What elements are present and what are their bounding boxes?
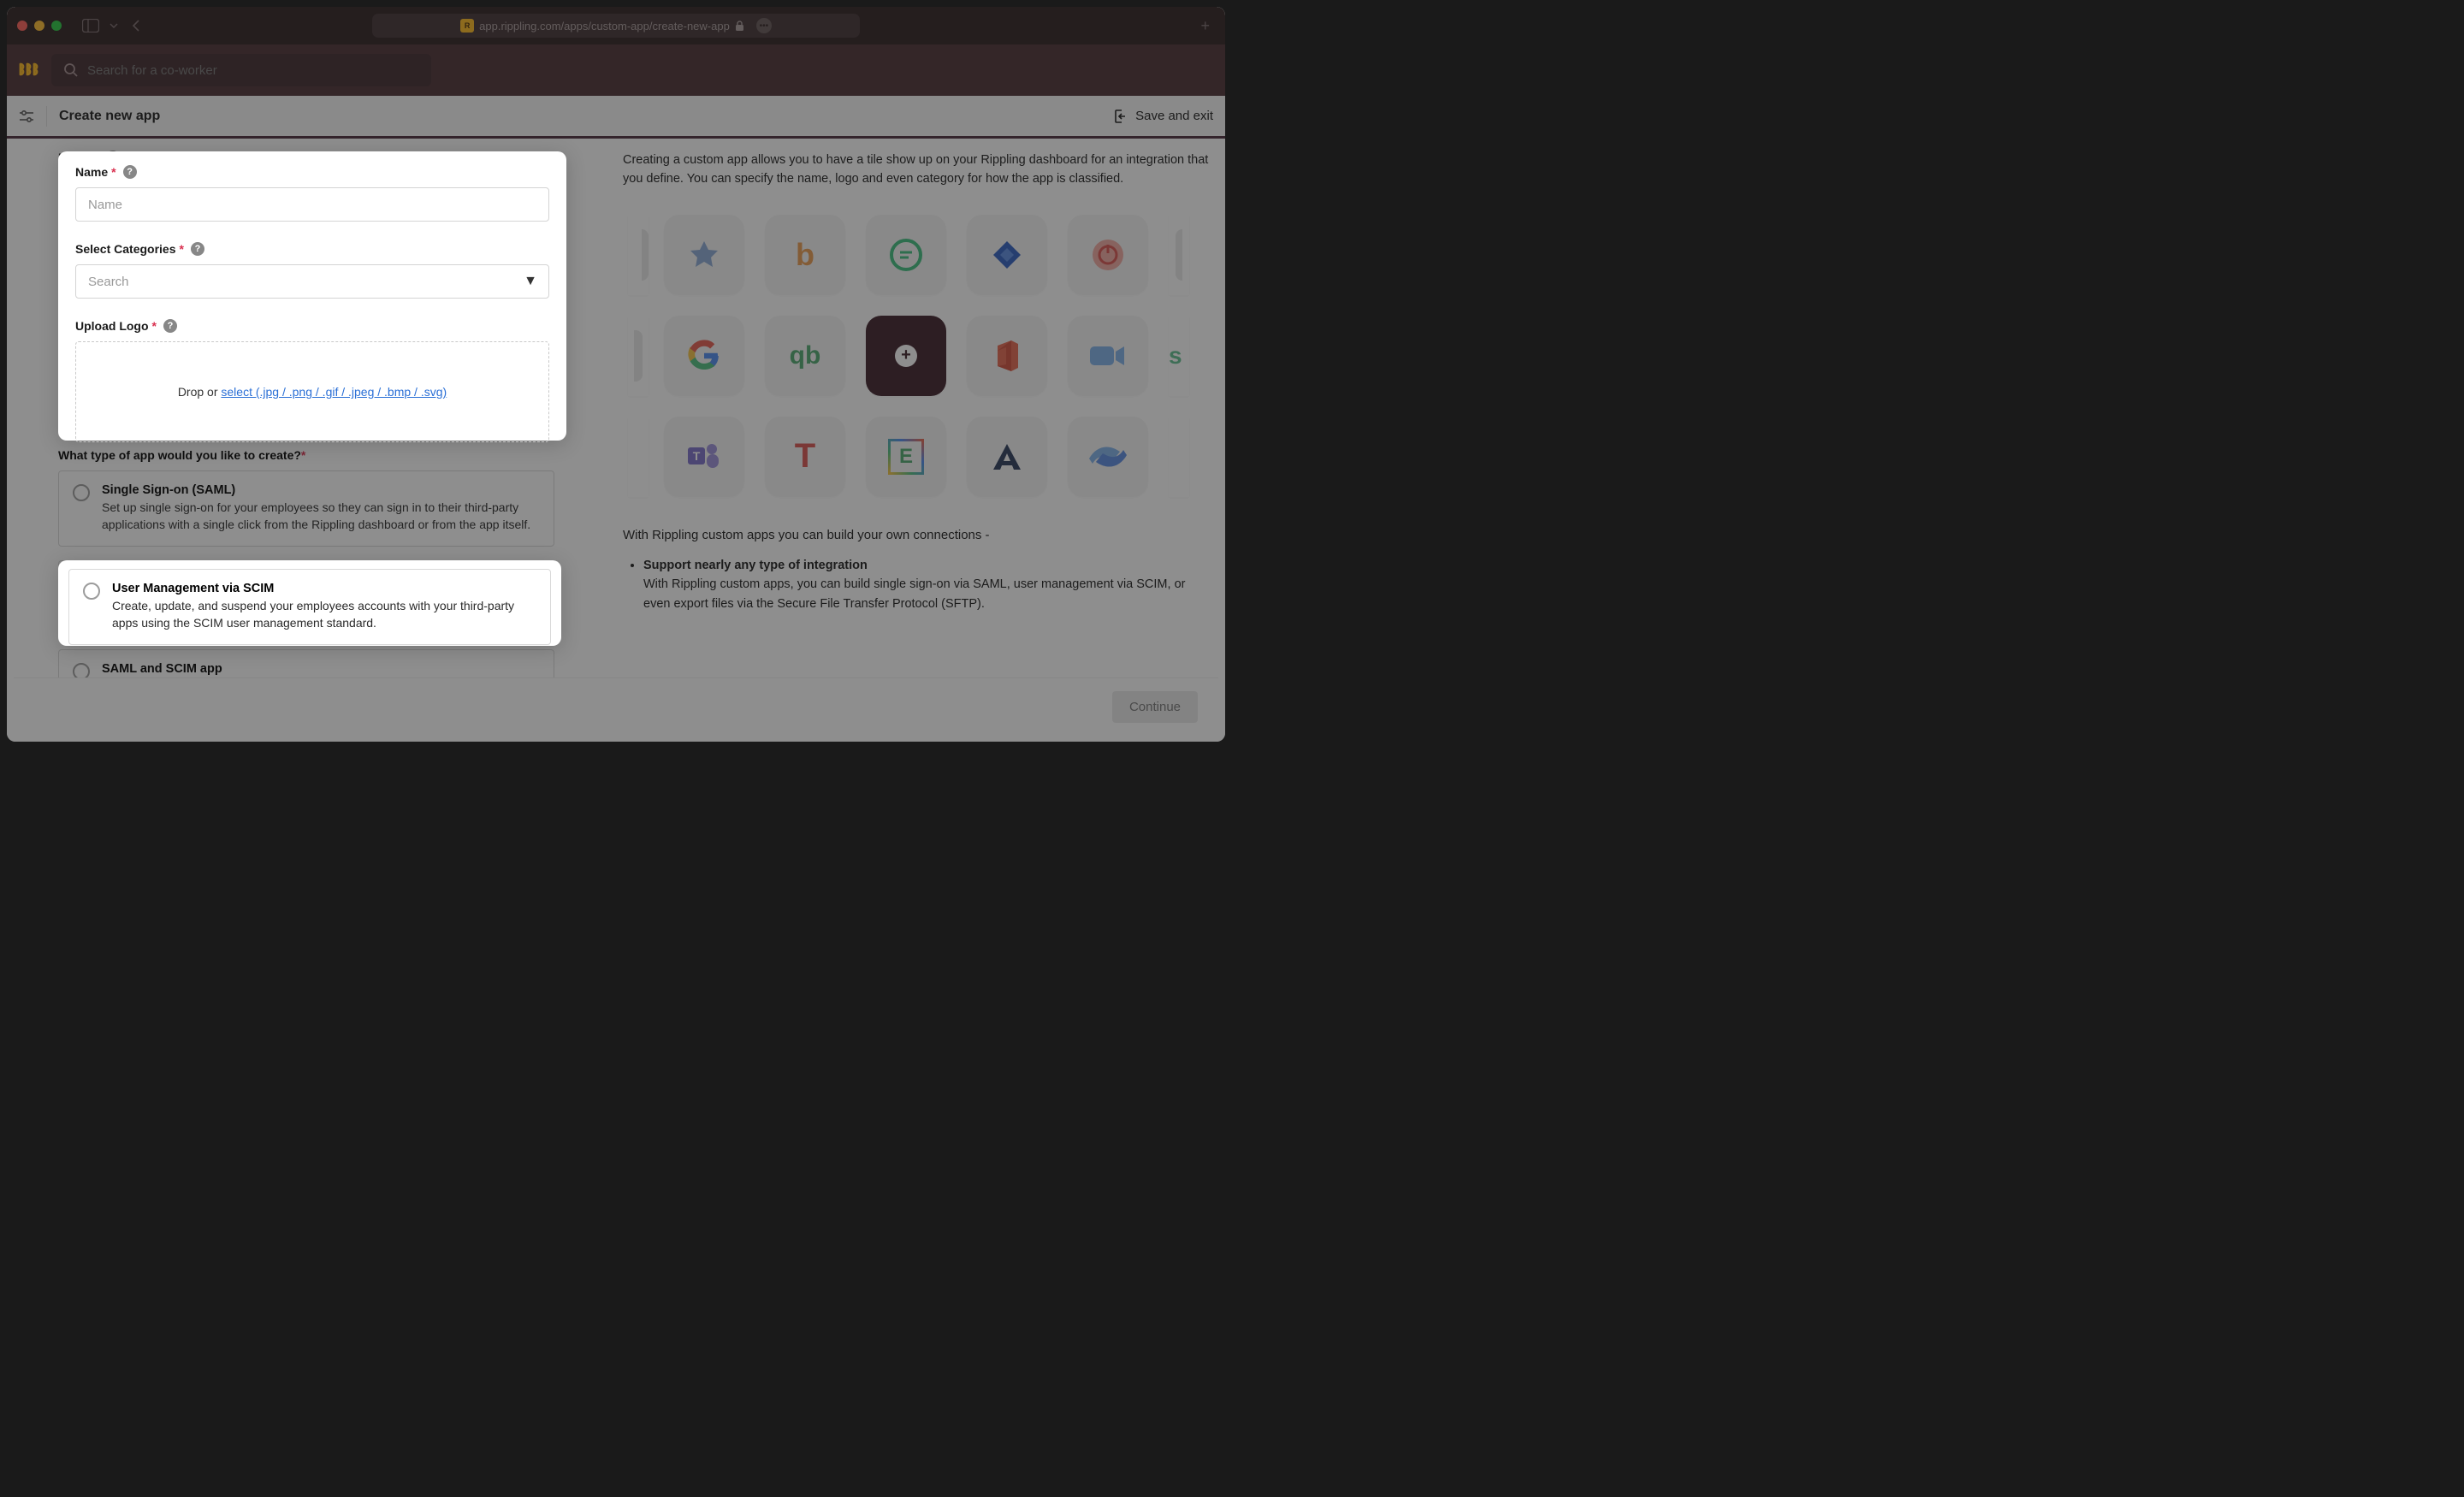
tile-edge: s <box>1169 316 1189 396</box>
close-window-icon[interactable] <box>17 21 27 31</box>
name-input[interactable] <box>75 187 549 222</box>
page-title: Create new app <box>59 109 160 124</box>
option-saml[interactable]: Single Sign-on (SAML) Set up single sign… <box>58 470 554 547</box>
help-icon[interactable]: ? <box>163 319 177 333</box>
search-input[interactable] <box>87 63 419 78</box>
back-icon[interactable] <box>132 19 140 33</box>
app-tile-t: T <box>765 417 845 497</box>
app-tile-add: + <box>866 316 946 396</box>
help-icon[interactable]: ? <box>123 165 137 179</box>
with-rippling-text: With Rippling custom apps you can build … <box>623 528 1215 542</box>
tile-edge <box>1169 417 1189 497</box>
url-bar[interactable]: R app.rippling.com/apps/custom-app/creat… <box>372 14 860 38</box>
option-scim[interactable]: User Management via SCIM Create, update,… <box>68 569 551 645</box>
app-type-question: What type of app would you like to creat… <box>58 448 301 462</box>
app-tile-teams: T <box>664 417 744 497</box>
url-text: app.rippling.com/apps/custom-app/create-… <box>479 20 730 33</box>
required-marker: * <box>301 448 305 462</box>
list-item: Support nearly any type of integration W… <box>643 556 1215 613</box>
logo-label: Upload Logo <box>75 319 149 333</box>
option-desc: Create, update, and suspend your employe… <box>112 597 536 632</box>
reader-icon[interactable]: ••• <box>756 18 772 33</box>
app-tile-power <box>1068 215 1148 295</box>
tile-edge <box>628 215 649 295</box>
chevron-down-icon[interactable] <box>110 23 118 28</box>
new-tab-icon[interactable]: + <box>1200 17 1210 35</box>
tile-edge <box>628 316 649 396</box>
footer-bar: Continue <box>14 677 1218 735</box>
exit-icon <box>1113 109 1128 124</box>
categories-select[interactable] <box>75 264 549 299</box>
maximize-window-icon[interactable] <box>51 21 62 31</box>
help-icon[interactable]: ? <box>191 242 204 256</box>
app-tile-green <box>866 215 946 295</box>
highlight-form-top: Name*? Select Categories*? ▼ Upload Logo… <box>58 151 566 441</box>
option-title: User Management via SCIM <box>112 582 536 595</box>
app-tile-a <box>967 417 1047 497</box>
highlight-scim-option: User Management via SCIM Create, update,… <box>58 560 561 646</box>
svg-text:T: T <box>693 449 701 463</box>
app-tile-quickbooks: qb <box>765 316 845 396</box>
settings-toggle-icon[interactable] <box>19 109 34 123</box>
option-title: SAML and SCIM app <box>102 662 222 676</box>
radio-icon <box>73 484 90 501</box>
tile-edge <box>628 417 649 497</box>
rippling-logo-icon[interactable] <box>19 61 39 80</box>
save-and-exit-button[interactable]: Save and exit <box>1113 109 1213 124</box>
app-tile-auth0 <box>664 215 744 295</box>
page-subheader: Create new app Save and exit <box>7 96 1225 139</box>
app-tile-office <box>967 316 1047 396</box>
sidebar-toggle-icon[interactable] <box>82 19 99 33</box>
intro-text: Creating a custom app allows you to have… <box>623 151 1215 189</box>
save-exit-label: Save and exit <box>1135 109 1213 123</box>
radio-icon <box>83 583 100 600</box>
minimize-window-icon[interactable] <box>34 21 44 31</box>
select-file-link[interactable]: select (.jpg / .png / .gif / .jpeg / .bm… <box>221 385 447 399</box>
search-icon <box>63 62 79 78</box>
global-search[interactable] <box>51 54 431 86</box>
drop-prefix: Drop or <box>178 385 222 399</box>
app-tile-confluence <box>1068 417 1148 497</box>
lock-icon <box>735 21 744 32</box>
option-title: Single Sign-on (SAML) <box>102 483 540 497</box>
categories-label: Select Categories <box>75 242 176 256</box>
app-tile-zoom <box>1068 316 1148 396</box>
bullet-title: Support nearly any type of integration <box>643 559 868 572</box>
app-tile-e: E <box>866 417 946 497</box>
logo-dropzone[interactable]: Drop or select (.jpg / .png / .gif / .jp… <box>75 341 549 442</box>
continue-button[interactable]: Continue <box>1112 691 1198 723</box>
bullet-body: With Rippling custom apps, you can build… <box>643 577 1185 610</box>
tile-edge <box>1169 215 1189 295</box>
app-icon-grid: b qb + s T T E <box>628 215 1215 497</box>
app-tile-google <box>664 316 744 396</box>
app-header <box>7 44 1225 96</box>
name-label: Name <box>75 165 108 179</box>
traffic-lights <box>17 21 62 31</box>
app-tile-jira <box>967 215 1047 295</box>
app-tile-b: b <box>765 215 845 295</box>
browser-chrome: R app.rippling.com/apps/custom-app/creat… <box>7 7 1225 44</box>
divider <box>46 106 47 127</box>
info-column: Creating a custom app allows you to have… <box>606 139 1225 684</box>
option-desc: Set up single sign-on for your employees… <box>102 499 540 534</box>
benefits-list: Support nearly any type of integration W… <box>623 556 1215 613</box>
site-badge-icon: R <box>460 19 474 33</box>
